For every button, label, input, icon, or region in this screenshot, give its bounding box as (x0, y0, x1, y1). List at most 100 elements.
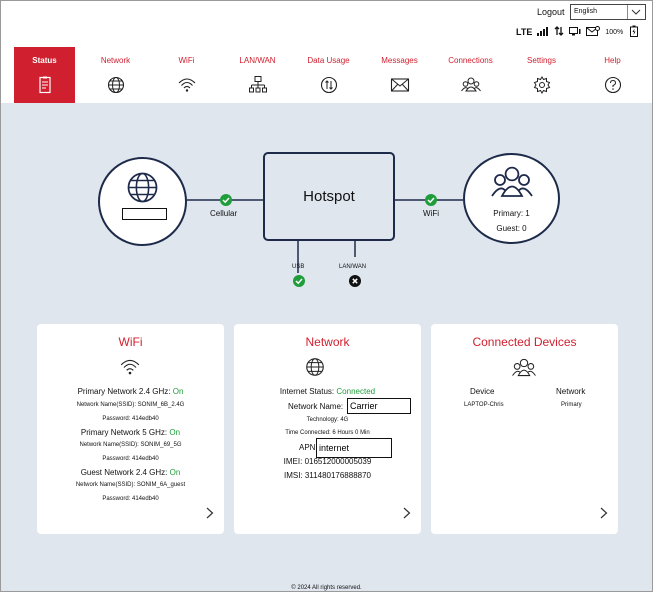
primary-5-ssid: Network Name(SSID): SONIM_69_5G (79, 442, 182, 448)
guest-count: Guest: 0 (496, 224, 527, 233)
tab-network-label: Network (100, 56, 131, 65)
primary-24-label: Primary Network 2.4 GHz: (77, 387, 171, 396)
lan-icon (248, 75, 268, 95)
tab-messages[interactable]: Messages (369, 47, 430, 103)
clients-node: Primary: 1 Guest: 0 (463, 153, 560, 244)
col-device-header: Device (470, 387, 495, 396)
guest-24-label: Guest Network 2.4 GHz: (80, 468, 168, 477)
globe-icon (106, 75, 126, 95)
internet-status-label: Internet Status: (279, 387, 335, 396)
tab-lanwan[interactable]: LAN/WAN (227, 47, 288, 103)
hotspot-node: Hotspot (263, 152, 395, 241)
technology: Technology: 4G (306, 417, 349, 423)
network-type: LTE (516, 27, 533, 37)
primary-count: Primary: 1 (493, 209, 530, 218)
globe-icon (125, 170, 160, 210)
tab-network[interactable]: Network (85, 47, 146, 103)
page: Logout English LTE 100% Status Network W… (0, 0, 653, 592)
hotspot-label: Hotspot (303, 188, 355, 205)
imei: IMEI: 016512000005039 (283, 457, 372, 466)
wifi-card-title: WiFi (118, 335, 143, 349)
battery-level: 100% (605, 28, 624, 36)
primary-24-password: Password: 414edb40 (102, 416, 159, 422)
language-value: English (574, 8, 597, 15)
imsi: IMSI: 311480176888870 (283, 471, 372, 480)
guest-24-state: On (169, 468, 181, 477)
apn-value: internet (316, 438, 392, 458)
message-icon (586, 26, 601, 38)
primary-5-password: Password: 414edb40 (102, 456, 159, 462)
wifi-icon (177, 75, 197, 95)
tab-connections[interactable]: Connections (440, 47, 501, 103)
lanwan-error-icon (349, 274, 361, 292)
tab-help-label: Help (604, 56, 621, 65)
connected-device-icon (569, 26, 581, 38)
usb-label: USB (292, 264, 305, 270)
guest-24-password: Password: 414edb40 (102, 496, 159, 502)
primary-24-ssid: Network Name(SSID): SONIM_6B_2.4G (76, 402, 185, 408)
primary-5-status: Primary Network 5 GHz: On (37, 428, 224, 437)
tab-status-label: Status (32, 56, 57, 65)
users-icon (461, 75, 481, 95)
logout-link[interactable]: Logout (537, 7, 565, 17)
guest-24-ssid: Network Name(SSID): SONIM_6A_guest (75, 482, 186, 488)
chevron-down-icon (627, 5, 643, 19)
chevron-right-icon[interactable] (206, 506, 214, 524)
device-name: LAPTOP-Chris (464, 402, 504, 408)
internet-status: Internet Status: Connected (234, 387, 421, 396)
wifi-icon (119, 356, 141, 378)
wifi-card[interactable]: WiFi Primary Network 2.4 GHz: On Network… (37, 324, 224, 534)
cellular-label: Cellular (210, 209, 238, 218)
battery-icon (628, 25, 640, 39)
usb-check-icon (293, 274, 305, 292)
network-card-title: Network (305, 335, 350, 349)
envelope-icon (390, 75, 410, 95)
data-usage-icon (319, 75, 339, 95)
tab-wifi[interactable]: WiFi (156, 47, 217, 103)
copyright: © 2024 All rights reserved. (291, 585, 362, 591)
apn-label: APN: (299, 443, 318, 452)
chevron-right-icon[interactable] (403, 506, 411, 524)
wifi-link-label: WiFi (423, 209, 439, 218)
tab-status[interactable]: Status (14, 47, 75, 103)
gear-icon (532, 75, 552, 95)
internet-node (98, 157, 187, 246)
top-bar: Logout English LTE 100% (1, 1, 652, 43)
tab-data-usage[interactable]: Data Usage (298, 47, 359, 103)
signal-icon (537, 26, 549, 38)
tab-connections-label: Connections (448, 56, 493, 65)
data-transfer-icon (554, 26, 564, 38)
users-icon (491, 164, 533, 203)
tab-settings-label: Settings (527, 56, 556, 65)
tab-messages-label: Messages (381, 56, 418, 65)
help-icon (603, 75, 623, 95)
col-network-header: Network (556, 387, 586, 396)
tab-wifi-label: WiFi (178, 56, 195, 65)
clipboard-icon (35, 75, 55, 95)
internet-name-field (122, 208, 167, 220)
language-select[interactable]: English (570, 4, 646, 20)
tab-data-usage-label: Data Usage (307, 56, 350, 65)
tab-settings[interactable]: Settings (511, 47, 572, 103)
chevron-right-icon[interactable] (600, 506, 608, 524)
lanwan-label: LAN/WAN (339, 264, 367, 270)
connected-devices-card[interactable]: Connected Devices Device Network LAPTOP-… (431, 324, 618, 534)
tab-help[interactable]: Help (582, 47, 643, 103)
tab-lanwan-label: LAN/WAN (239, 56, 276, 65)
primary-24-status: Primary Network 2.4 GHz: On (37, 387, 224, 396)
device-status: LTE 100% (516, 25, 640, 39)
globe-icon (304, 356, 326, 378)
connection-diagram: Cellular Hotspot WiFi Primary: 1 Guest: … (1, 141, 652, 301)
internet-status-value: Connected (336, 387, 376, 396)
network-name-value: Carrier (347, 398, 411, 414)
main-nav: Status Network WiFi LAN/WAN Data Usage M… (1, 43, 652, 103)
users-icon (512, 356, 536, 378)
primary-5-state: On (169, 428, 181, 437)
device-network: Primary (561, 402, 582, 408)
devices-card-title: Connected Devices (472, 335, 577, 349)
network-name-label: Network Name: (288, 402, 344, 411)
network-card[interactable]: Network Internet Status: Connected Netwo… (234, 324, 421, 534)
primary-5-label: Primary Network 5 GHz: (80, 428, 168, 437)
primary-24-state: On (172, 387, 184, 396)
guest-24-status: Guest Network 2.4 GHz: On (37, 468, 224, 477)
